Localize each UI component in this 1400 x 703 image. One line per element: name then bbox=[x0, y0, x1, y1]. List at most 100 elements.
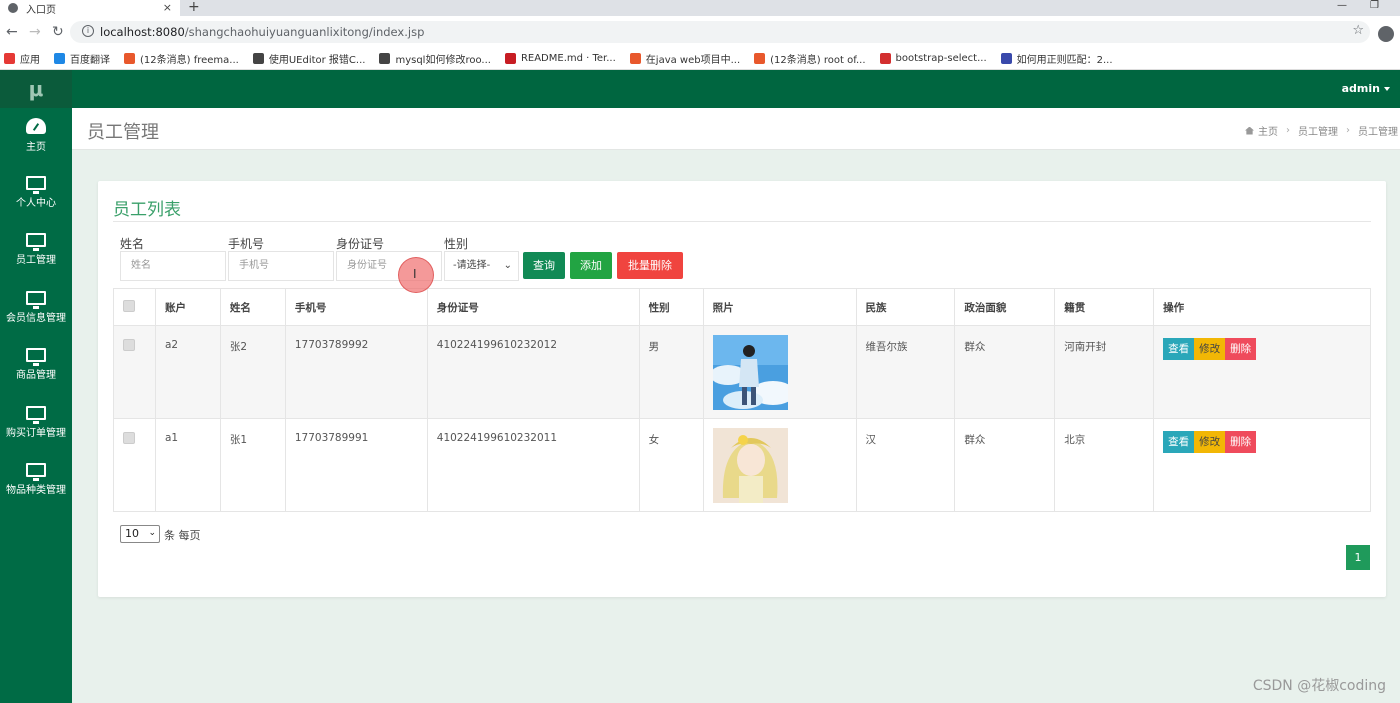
actions-cell: 查看 修改 删除 bbox=[1153, 418, 1371, 512]
tab-title: 入口页 bbox=[26, 4, 56, 16]
phone-label: 手机号 bbox=[228, 237, 265, 251]
bookmark-label: 在java web项目中... bbox=[645, 55, 741, 66]
sidebar-item[interactable]: 个人中心 bbox=[0, 175, 72, 226]
bookmarks-bar: 应用 百度翻译 (12条消息) freema... 使用UEditor 报错C... m… bbox=[0, 48, 1400, 70]
employee-list-card: 员工列表 姓名 姓名 手机号 手机号 身份证号 身份证号 性别 -请选择- ⌄ 查… bbox=[98, 181, 1386, 597]
view-button[interactable]: 查看 bbox=[1163, 431, 1195, 453]
bookmark-label: (12条消息) root of... bbox=[770, 55, 866, 66]
cell-name: 张1 bbox=[219, 418, 286, 512]
bookmark-label: 百度翻译 bbox=[70, 55, 110, 66]
info-icon[interactable]: i bbox=[82, 25, 94, 37]
bookmark-item[interactable]: 在java web项目中... bbox=[629, 51, 741, 66]
app-logo[interactable]: μ bbox=[0, 70, 72, 108]
breadcrumb-section[interactable]: 员工管理 bbox=[1298, 123, 1338, 138]
bookmark-item[interactable]: bootstrap-select... bbox=[879, 53, 987, 64]
forward-icon[interactable]: → bbox=[29, 24, 41, 40]
sidebar-item[interactable]: 商品管理 bbox=[0, 348, 72, 398]
caret-down-icon bbox=[1384, 87, 1390, 91]
breadcrumb-home[interactable]: 主页 bbox=[1258, 123, 1278, 138]
url-host: localhost:8080 bbox=[100, 25, 185, 39]
sidebar-item-label: 物品种类管理 bbox=[6, 485, 66, 496]
batch-delete-button[interactable]: 批量删除 bbox=[617, 252, 683, 279]
sidebar-item[interactable]: 员工管理 bbox=[0, 233, 72, 283]
cell-ethnic: 维吾尔族 bbox=[855, 325, 956, 419]
select-all-cell bbox=[113, 288, 156, 326]
star-icon[interactable]: ☆ bbox=[1352, 23, 1364, 38]
query-button[interactable]: 查询 bbox=[523, 252, 565, 279]
pagination-page[interactable]: 1 bbox=[1346, 545, 1370, 570]
view-button[interactable]: 查看 bbox=[1163, 338, 1195, 360]
close-icon[interactable]: × bbox=[163, 1, 172, 14]
add-button[interactable]: 添加 bbox=[570, 252, 612, 279]
monitor-icon bbox=[26, 348, 46, 366]
idcard-label: 身份证号 bbox=[336, 237, 385, 251]
browser-tabbar: 入口页 × + — ❐ bbox=[0, 0, 1400, 16]
select-all-checkbox[interactable] bbox=[123, 299, 135, 312]
sidebar-item[interactable]: 购买订单管理 bbox=[0, 405, 72, 456]
reload-icon[interactable]: ↻ bbox=[52, 24, 64, 40]
row-checkbox[interactable] bbox=[123, 339, 135, 351]
cell-account: a1 bbox=[154, 418, 221, 512]
row-select-cell bbox=[113, 418, 156, 512]
phone-input[interactable]: 手机号 bbox=[228, 251, 334, 281]
bookmark-label: 使用UEditor 报错C... bbox=[268, 55, 366, 66]
bookmark-item[interactable]: mysql如何修改roo... bbox=[379, 51, 491, 66]
column-header: 照片 bbox=[702, 288, 857, 326]
column-header: 姓名 bbox=[219, 288, 286, 326]
breadcrumb-current: 员工管理 bbox=[1358, 127, 1398, 138]
restore-icon[interactable]: ❐ bbox=[1370, 0, 1379, 11]
new-tab-icon[interactable]: + bbox=[188, 0, 200, 15]
dashboard-icon bbox=[26, 118, 46, 134]
url-field[interactable]: i localhost:8080/shangchaohuiyuanguanlix… bbox=[70, 21, 1370, 43]
gender-select[interactable]: -请选择- ⌄ bbox=[444, 251, 519, 281]
bookmark-favicon-icon bbox=[54, 53, 65, 64]
row-checkbox[interactable] bbox=[123, 432, 135, 444]
cell-gender: 男 bbox=[638, 325, 704, 419]
user-name: admin bbox=[1341, 82, 1380, 95]
bookmark-item[interactable]: 如何用正则匹配：2... bbox=[1000, 51, 1113, 66]
bookmark-favicon-icon bbox=[124, 53, 135, 64]
bookmark-label: 应用 bbox=[20, 55, 40, 66]
gender-label: 性别 bbox=[444, 237, 469, 251]
bookmark-label: README.md · Ter... bbox=[520, 53, 616, 64]
bookmark-label: bootstrap-select... bbox=[895, 53, 987, 64]
bookmark-item[interactable]: README.md · Ter... bbox=[504, 53, 616, 64]
column-header: 身份证号 bbox=[426, 288, 640, 326]
row-select-cell bbox=[113, 325, 156, 419]
sidebar-item[interactable]: 主页 bbox=[0, 118, 72, 168]
profile-avatar[interactable] bbox=[1378, 26, 1394, 42]
sidebar-item[interactable]: 物品种类管理 bbox=[0, 463, 72, 513]
photo-image bbox=[712, 428, 788, 503]
browser-tab[interactable]: 入口页 × bbox=[0, 0, 180, 16]
name-input[interactable]: 姓名 bbox=[120, 251, 226, 281]
edit-button[interactable]: 修改 bbox=[1194, 338, 1226, 360]
delete-button[interactable]: 删除 bbox=[1225, 431, 1257, 453]
column-header: 性别 bbox=[638, 288, 704, 326]
chevron-down-icon: ⌄ bbox=[503, 260, 512, 271]
delete-button[interactable]: 删除 bbox=[1225, 338, 1257, 360]
back-icon[interactable]: ← bbox=[6, 24, 18, 40]
photo-cell bbox=[702, 418, 857, 512]
edit-button[interactable]: 修改 bbox=[1194, 431, 1226, 453]
column-header: 操作 bbox=[1153, 288, 1371, 326]
bookmark-item[interactable]: 应用 bbox=[4, 51, 40, 66]
bookmark-item[interactable]: (12条消息) root of... bbox=[754, 51, 866, 66]
chevron-down-icon: ⌄ bbox=[148, 528, 156, 538]
bookmark-item[interactable]: 使用UEditor 报错C... bbox=[252, 51, 366, 66]
cell-gender: 女 bbox=[638, 418, 704, 512]
breadcrumb: 主页 › 员工管理 › 员工管理 bbox=[1245, 123, 1398, 138]
address-bar-row: ← → ↻ i localhost:8080/shangchaohuiyuang… bbox=[0, 16, 1400, 48]
minimize-icon[interactable]: — bbox=[1337, 0, 1347, 11]
sidebar-item[interactable]: 会员信息管理 bbox=[0, 290, 72, 341]
column-header: 手机号 bbox=[284, 288, 428, 326]
page-size-select[interactable]: 10 ⌄ bbox=[120, 525, 160, 543]
url-path: /shangchaohuiyuanguanlixitong/index.jsp bbox=[184, 25, 425, 39]
chevron-right-icon: › bbox=[1286, 125, 1290, 136]
bookmark-item[interactable]: 百度翻译 bbox=[54, 51, 110, 66]
bookmark-item[interactable]: (12条消息) freema... bbox=[124, 51, 239, 66]
bookmark-label: 如何用正则匹配：2... bbox=[1016, 55, 1113, 66]
monitor-icon bbox=[26, 463, 46, 481]
monitor-icon bbox=[26, 405, 46, 424]
user-menu[interactable]: admin bbox=[1342, 82, 1390, 95]
bookmark-label: (12条消息) freema... bbox=[140, 55, 239, 66]
